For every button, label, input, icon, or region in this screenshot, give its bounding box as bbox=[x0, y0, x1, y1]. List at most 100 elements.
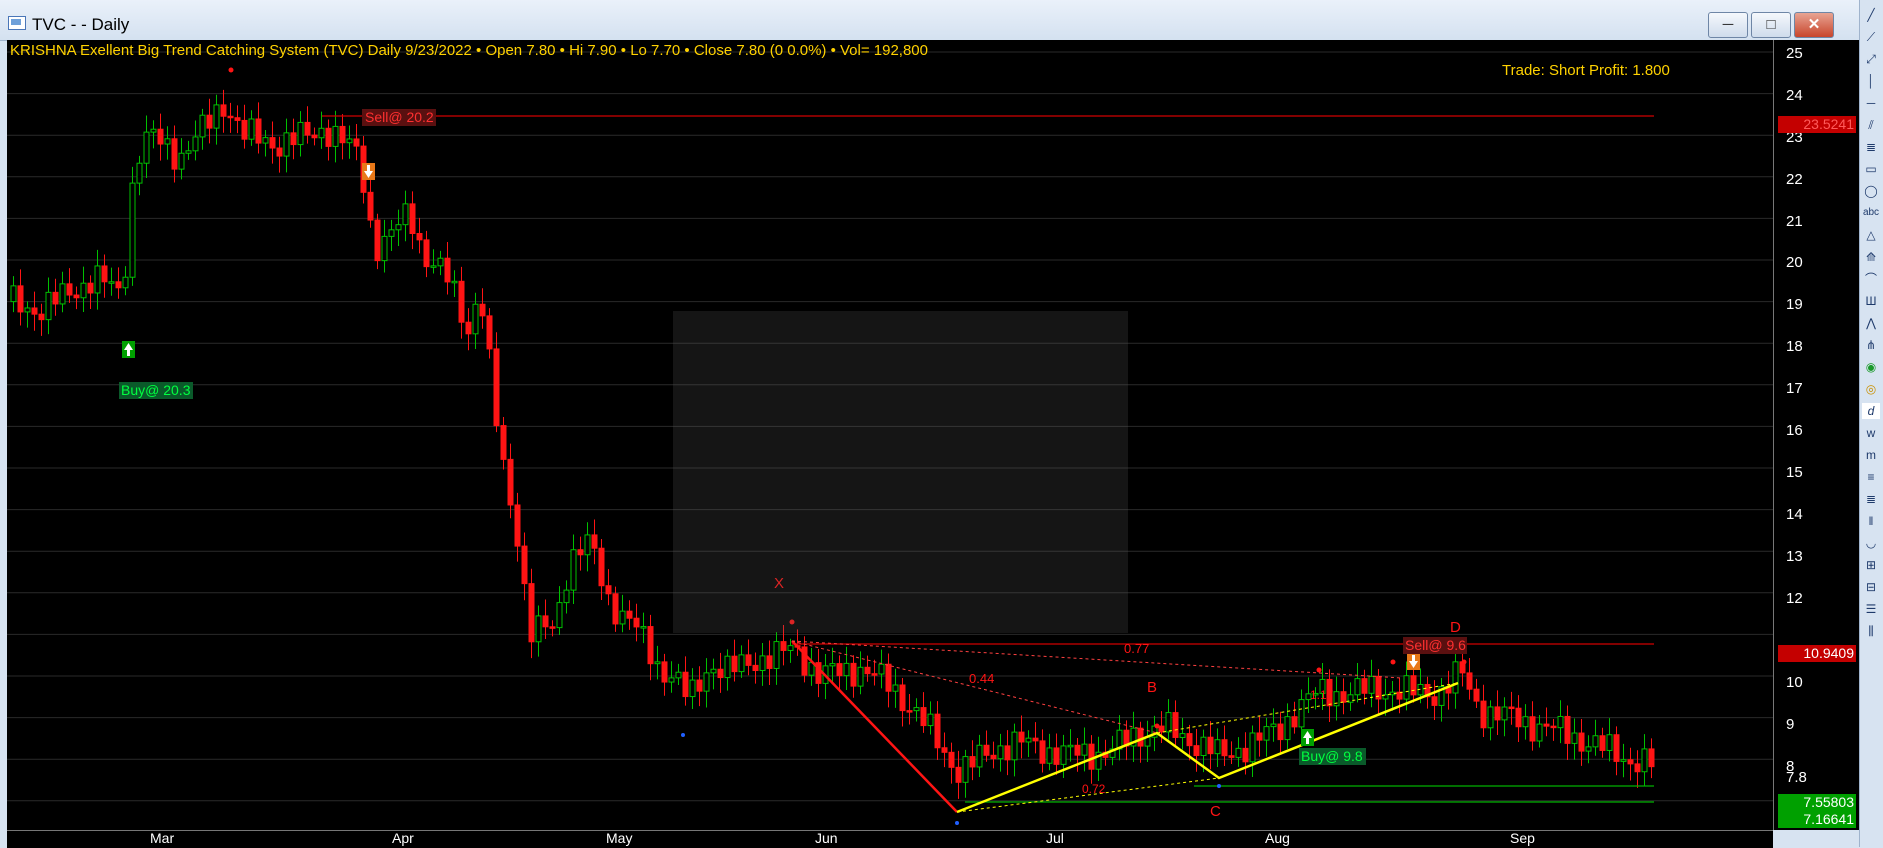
pitchfork-icon[interactable]: ⋔ bbox=[1862, 337, 1880, 353]
reg-channel-icon[interactable]: ⊟ bbox=[1862, 579, 1880, 595]
candle-up bbox=[1298, 699, 1305, 728]
line-icon[interactable]: ╱ bbox=[1862, 7, 1880, 23]
candle-up bbox=[1060, 745, 1067, 765]
candle-down bbox=[1396, 691, 1403, 700]
pivot-dot bbox=[228, 67, 234, 73]
pivot-dot-blue bbox=[1217, 784, 1221, 788]
candle-up bbox=[402, 203, 409, 226]
candle-down bbox=[1340, 691, 1347, 703]
candle-down bbox=[745, 654, 752, 666]
candle-up bbox=[1501, 706, 1508, 721]
candle-down bbox=[1515, 707, 1522, 728]
candle-down bbox=[1634, 763, 1641, 773]
timeline-icon[interactable]: ≣ bbox=[1862, 491, 1880, 507]
price-level-label: 7.55803 bbox=[1778, 794, 1856, 811]
arc-icon[interactable]: ⌒ bbox=[1862, 271, 1880, 287]
price-tick: 16 bbox=[1786, 422, 1803, 439]
candle-up bbox=[164, 138, 171, 145]
bars-icon[interactable]: ⫼ bbox=[1862, 623, 1880, 639]
rectangle-icon[interactable]: ▭ bbox=[1862, 161, 1880, 177]
zigzag-icon[interactable]: ⋀ bbox=[1862, 315, 1880, 331]
candle-up bbox=[927, 713, 934, 727]
channel-icon[interactable]: ⫽ bbox=[1862, 117, 1880, 133]
candle-down bbox=[1466, 672, 1473, 690]
candle-up bbox=[1585, 746, 1592, 752]
magnet-icon[interactable]: ◡ bbox=[1862, 535, 1880, 551]
globe-icon[interactable]: ◉ bbox=[1862, 359, 1880, 375]
pointer-icon[interactable]: ◎ bbox=[1862, 381, 1880, 397]
horizontal-line-icon[interactable]: ─ bbox=[1862, 95, 1880, 111]
candle-up bbox=[108, 281, 115, 284]
vertical-line-icon[interactable]: │ bbox=[1862, 73, 1880, 89]
candle-down bbox=[717, 668, 724, 679]
candle-down bbox=[227, 115, 234, 119]
candle-up bbox=[1025, 737, 1032, 743]
candle-down bbox=[1291, 716, 1298, 728]
grid-icon[interactable]: ⊞ bbox=[1862, 557, 1880, 573]
candle-down bbox=[1193, 745, 1200, 757]
candle-down bbox=[66, 283, 73, 296]
cycles-icon[interactable]: Ш bbox=[1862, 293, 1880, 309]
candle-down bbox=[633, 617, 640, 628]
fibonacci-icon[interactable]: ≣ bbox=[1862, 139, 1880, 155]
candle-down bbox=[899, 684, 906, 712]
price-tick: 21 bbox=[1786, 213, 1803, 230]
month-label: Sep bbox=[1510, 830, 1535, 846]
triangle-icon[interactable]: △ bbox=[1862, 227, 1880, 243]
price-tick: 10 bbox=[1786, 674, 1803, 691]
candle-down bbox=[1088, 743, 1095, 770]
pivot-dot bbox=[1316, 667, 1322, 673]
candle-down bbox=[598, 547, 605, 587]
candle-down bbox=[731, 655, 738, 673]
maximize-button[interactable]: □ bbox=[1751, 12, 1791, 38]
m-tool-icon[interactable]: m bbox=[1862, 447, 1880, 463]
candle-up bbox=[1067, 744, 1074, 748]
hline-tool-icon[interactable]: ≡ bbox=[1862, 469, 1880, 485]
candle-up bbox=[318, 127, 325, 139]
gann-icon[interactable]: ⟰ bbox=[1862, 249, 1880, 265]
candle-down bbox=[682, 671, 689, 698]
candle-down bbox=[1053, 747, 1060, 765]
extended-line-icon[interactable]: ⤢ bbox=[1862, 51, 1880, 67]
candle-down bbox=[780, 641, 787, 651]
candle-up bbox=[122, 276, 129, 289]
candle-up bbox=[1592, 735, 1599, 748]
candle-up bbox=[1557, 715, 1564, 729]
candle-down bbox=[311, 134, 318, 139]
ellipse-icon[interactable]: ◯ bbox=[1862, 183, 1880, 199]
candle-up bbox=[976, 744, 983, 768]
d-tool-icon[interactable]: d bbox=[1862, 403, 1880, 419]
w-tool-icon[interactable]: w bbox=[1862, 425, 1880, 441]
text-icon[interactable]: abc bbox=[1862, 205, 1880, 221]
candle-down bbox=[871, 673, 878, 676]
month-label: Jul bbox=[1046, 830, 1064, 846]
candle-down bbox=[1550, 725, 1557, 729]
chart-window-icon bbox=[8, 16, 26, 30]
close-button[interactable]: ✕ bbox=[1794, 12, 1834, 38]
pivot-dot bbox=[1390, 659, 1396, 665]
candle-down bbox=[1613, 734, 1620, 762]
candle-up bbox=[346, 138, 353, 144]
candle-up bbox=[185, 150, 192, 154]
candle-down bbox=[1529, 716, 1536, 742]
ruler-icon[interactable]: ‖ bbox=[1862, 513, 1880, 529]
candle-up bbox=[1354, 678, 1361, 696]
candle-down bbox=[255, 118, 262, 144]
candle-down bbox=[304, 121, 311, 136]
candle-down bbox=[1627, 759, 1634, 765]
fibonacci-ext-icon[interactable]: ☰ bbox=[1862, 601, 1880, 617]
candle-down bbox=[1480, 700, 1487, 729]
candle-down bbox=[276, 147, 283, 157]
candle-down bbox=[1004, 745, 1011, 761]
month-label: Mar bbox=[150, 830, 175, 846]
candle-up bbox=[619, 610, 626, 625]
candle-up bbox=[1452, 661, 1459, 694]
candle-down bbox=[696, 679, 703, 692]
candle-down bbox=[1039, 740, 1046, 764]
candle-up bbox=[262, 137, 269, 144]
candle-down bbox=[101, 265, 108, 283]
minimize-button[interactable]: ─ bbox=[1708, 12, 1748, 38]
candle-down bbox=[17, 285, 24, 313]
ray-icon[interactable]: ⟋ bbox=[1862, 29, 1880, 45]
trade-status: Trade: Short Profit: 1.800 bbox=[1502, 62, 1670, 79]
